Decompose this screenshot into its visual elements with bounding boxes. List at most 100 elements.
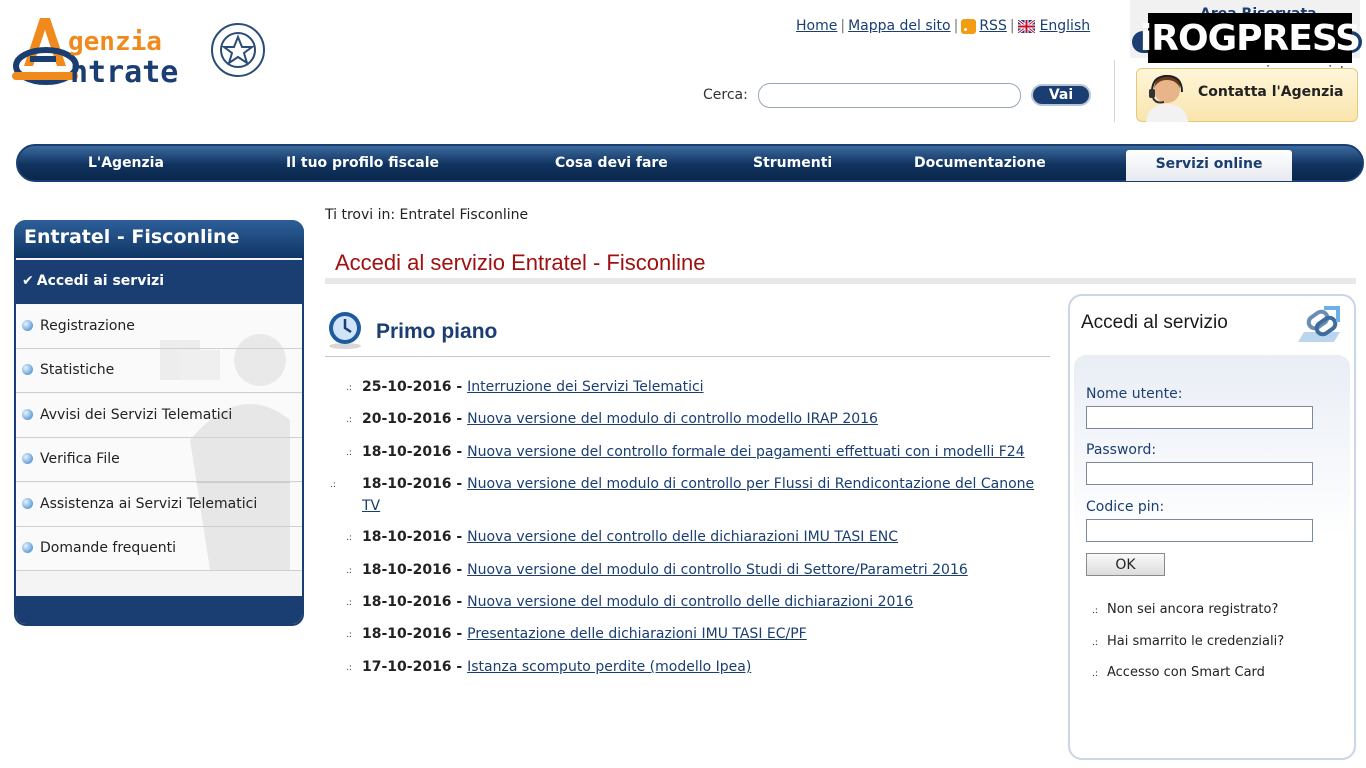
search-submit-button[interactable]: Vai xyxy=(1031,84,1091,106)
news-item: .: 18-10-2016 - Presentazione delle dichi… xyxy=(346,624,1046,646)
username-label: Nome utente: xyxy=(1086,386,1183,402)
rss-link[interactable]: RSS xyxy=(979,18,1007,34)
sidebar-item-label: Assistenza ai Servizi Telematici xyxy=(40,496,258,512)
sidebar-item-domande-frequenti[interactable]: Domande frequenti xyxy=(16,527,302,571)
smart-card-link-label[interactable]: Accesso con Smart Card xyxy=(1107,665,1265,680)
irogpress-watermark-logo: iROGPRESS xyxy=(1140,13,1361,63)
primo-piano-title: Primo piano xyxy=(376,320,498,343)
password-field[interactable] xyxy=(1086,462,1313,485)
sidebar-item-label: Verifica File xyxy=(40,451,120,467)
lost-credentials-link[interactable]: .: Hai smarrito le credenziali? xyxy=(1092,634,1284,649)
sidebar-item-avvisi[interactable]: Avvisi dei Servizi Telematici xyxy=(16,394,302,438)
bullet-icon xyxy=(22,320,33,331)
nav-profilo-fiscale[interactable]: Il tuo profilo fiscale xyxy=(286,155,439,171)
sidebar-item-label: Domande frequenti xyxy=(40,540,177,556)
sidebar-item-assistenza[interactable]: Assistenza ai Servizi Telematici xyxy=(16,483,302,527)
news-link[interactable]: Presentazione delle dichiarazioni IMU TA… xyxy=(467,626,807,642)
english-link[interactable]: English xyxy=(1040,18,1091,34)
news-link[interactable]: Nuova versione del controllo formale dei… xyxy=(467,444,1024,460)
search-input[interactable] xyxy=(758,83,1021,108)
news-link[interactable]: Nuova versione del controllo delle dichi… xyxy=(467,529,898,545)
news-bullet-icon: .: xyxy=(346,663,352,673)
bullet-icon xyxy=(22,409,33,420)
link-separator: | xyxy=(1009,18,1015,34)
news-link[interactable]: Nuova versione del modulo di controllo m… xyxy=(467,411,878,427)
link-bullet-icon: .: xyxy=(1092,638,1098,648)
news-date: 18-10-2016 xyxy=(362,444,452,460)
logo-text-bottom: ntrate xyxy=(70,55,178,90)
news-date: 18-10-2016 xyxy=(362,529,452,545)
news-bullet-icon: .: xyxy=(346,415,352,425)
contatta-agenzia-label[interactable]: Contatta l'Agenzia xyxy=(1198,84,1344,100)
nav-strumenti[interactable]: Strumenti xyxy=(753,155,832,171)
news-bullet-icon: .: xyxy=(346,630,352,640)
logo-text-top: genzia xyxy=(68,27,162,57)
news-item: .: 20-10-2016 - Nuova versione del modulo… xyxy=(346,409,1046,431)
bullet-icon xyxy=(22,542,33,553)
sidebar-item-label: Registrazione xyxy=(40,318,135,334)
link-bullet-icon: .: xyxy=(1092,669,1098,679)
mappa-sito-link[interactable]: Mappa del sito xyxy=(848,18,951,34)
bullet-icon xyxy=(22,498,33,509)
pin-field[interactable] xyxy=(1086,519,1313,542)
nav-agenzia[interactable]: L'Agenzia xyxy=(88,155,164,171)
login-ok-button[interactable]: OK xyxy=(1086,553,1165,576)
pin-label: Codice pin: xyxy=(1086,499,1165,515)
lost-credentials-link-label[interactable]: Hai smarrito le credenziali? xyxy=(1107,634,1284,649)
rss-icon[interactable] xyxy=(961,18,977,34)
title-divider xyxy=(325,278,1356,284)
agenzia-entrate-logo[interactable]: genzia ntrate xyxy=(10,12,270,92)
news-item: .: 18-10-2016 - Nuova versione del modulo… xyxy=(330,476,1035,514)
register-link[interactable]: .: Non sei ancora registrato? xyxy=(1092,602,1278,617)
breadcrumb: Ti trovi in: Entratel Fisconline xyxy=(325,207,529,223)
news-item: .: 18-10-2016 - Nuova versione del contro… xyxy=(346,527,1046,549)
sidebar-item-statistiche[interactable]: Statistiche xyxy=(16,349,302,393)
header-divider xyxy=(1114,60,1115,122)
page-title: Accedi al servizio Entratel - Fisconline xyxy=(335,250,706,275)
sidebar-item-verifica-file[interactable]: Verifica File xyxy=(16,438,302,482)
news-date: 18-10-2016 xyxy=(362,562,452,578)
top-links: Home | Mappa del sito | RSS | English xyxy=(796,18,1090,34)
news-date: 20-10-2016 xyxy=(362,411,452,427)
news-bullet-icon: .: xyxy=(346,533,352,543)
link-separator: | xyxy=(840,18,846,34)
news-item: .: 25-10-2016 - Interruzione dei Servizi … xyxy=(346,377,1046,399)
smart-card-link[interactable]: .: Accesso con Smart Card xyxy=(1092,665,1265,680)
password-label: Password: xyxy=(1086,442,1157,458)
news-link[interactable]: Istanza scomputo perdite (modello Ipea) xyxy=(467,659,751,675)
news-bullet-icon: .: xyxy=(346,566,352,576)
news-item: .: 17-10-2016 - Istanza scomputo perdite … xyxy=(346,657,1046,679)
news-date: 18-10-2016 xyxy=(362,476,452,492)
news-bullet-icon: .: xyxy=(346,383,352,393)
primo-piano-divider xyxy=(325,356,1050,357)
nav-cosa-devi-fare[interactable]: Cosa devi fare xyxy=(555,155,668,171)
news-date: 18-10-2016 xyxy=(362,594,452,610)
news-bullet-icon: .: xyxy=(330,480,336,490)
link-separator: | xyxy=(953,18,959,34)
news-bullet-icon: .: xyxy=(346,448,352,458)
sidebar-item-accedi-servizi[interactable]: ✔ Accedi ai servizi xyxy=(16,260,302,304)
search-label: Cerca: xyxy=(703,87,748,103)
sidebar-item-label: Statistiche xyxy=(40,362,115,378)
news-date: 25-10-2016 xyxy=(362,379,452,395)
news-link[interactable]: Nuova versione del modulo di controllo S… xyxy=(467,562,968,578)
sidebar-item-label: Avvisi dei Servizi Telematici xyxy=(40,407,233,423)
news-item: .: 18-10-2016 - Nuova versione del contro… xyxy=(346,442,1046,464)
nav-documentazione[interactable]: Documentazione xyxy=(914,155,1046,171)
checkmark-icon: ✔ xyxy=(22,273,34,289)
home-link[interactable]: Home xyxy=(796,18,837,34)
news-link[interactable]: Interruzione dei Servizi Telematici xyxy=(467,379,703,395)
sidebar-item-registrazione[interactable]: Registrazione xyxy=(16,305,302,349)
nav-servizi-online[interactable]: Servizi online xyxy=(1126,150,1292,181)
news-item: .: 18-10-2016 - Nuova versione del modulo… xyxy=(346,592,1046,614)
register-link-label[interactable]: Non sei ancora registrato? xyxy=(1107,602,1278,617)
link-bullet-icon: .: xyxy=(1092,606,1098,616)
sidebar-footer xyxy=(16,596,302,624)
news-link[interactable]: Nuova versione del modulo di controllo d… xyxy=(467,594,913,610)
login-chain-icon xyxy=(1294,302,1344,350)
username-field[interactable] xyxy=(1086,406,1313,429)
news-date: 18-10-2016 xyxy=(362,626,452,642)
uk-flag-icon[interactable] xyxy=(1017,19,1035,33)
nav-servizi-online-label: Servizi online xyxy=(1155,156,1263,172)
bullet-icon xyxy=(22,453,33,464)
